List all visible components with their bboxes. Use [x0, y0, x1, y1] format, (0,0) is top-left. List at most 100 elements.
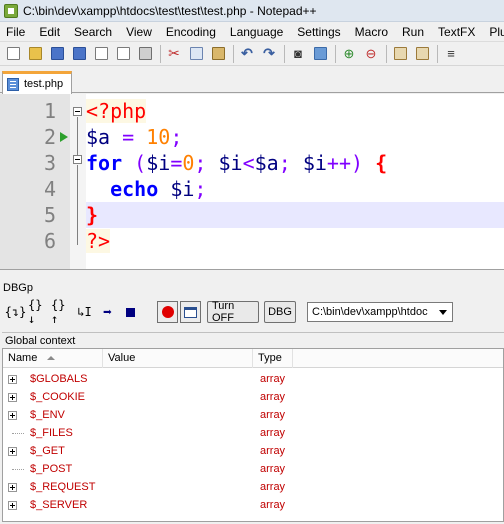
- save-all-icon: [72, 47, 86, 60]
- zoom-in-button[interactable]: ⊕: [340, 45, 358, 63]
- save-icon: [50, 47, 64, 60]
- find-button[interactable]: ◙: [289, 45, 307, 63]
- turn-off-button[interactable]: Turn OFF: [207, 300, 259, 324]
- zoom-in-icon: ⊕: [343, 45, 355, 61]
- variable-type: array: [260, 445, 286, 457]
- code-line[interactable]: <?php: [86, 98, 504, 124]
- main-toolbar: ✂ ↶ ↷ ◙ ⊕ ⊖ ≡: [0, 42, 504, 66]
- code-line[interactable]: ?>: [86, 228, 504, 254]
- variable-row[interactable]: $_SERVER array: [3, 496, 503, 514]
- menu-macro[interactable]: Macro: [348, 25, 395, 39]
- context-variable-list[interactable]: Name Value Type $GLOBALS array $_COOKIE arr…: [2, 348, 504, 522]
- run-to-cursor-button[interactable]: ↳I: [74, 301, 95, 323]
- paste-button[interactable]: [209, 45, 227, 63]
- code-editor[interactable]: 1 2 3 4 5 6 <?php $a = 10; for ($i=0; $i<$…: [0, 94, 504, 270]
- step-over-button[interactable]: {}↓: [28, 298, 49, 326]
- breakpoint-button[interactable]: [157, 301, 178, 323]
- variable-row[interactable]: $GLOBALS array: [3, 370, 503, 388]
- variable-type: array: [260, 499, 286, 511]
- menu-encoding[interactable]: Encoding: [159, 25, 223, 39]
- paste-icon: [211, 47, 225, 60]
- menu-run[interactable]: Run: [395, 25, 431, 39]
- tab-label: test.php: [24, 78, 64, 90]
- code-line[interactable]: for ($i=0; $i<$a; $i++) {: [86, 150, 504, 176]
- sync-horizontal-icon: [415, 47, 429, 60]
- menu-edit[interactable]: Edit: [32, 25, 67, 39]
- expand-plus-icon[interactable]: [8, 501, 17, 510]
- variable-row[interactable]: $_POST array: [3, 460, 503, 478]
- console-button[interactable]: [180, 301, 201, 323]
- variable-type: array: [260, 481, 286, 493]
- column-header-type[interactable]: Type: [253, 349, 293, 368]
- tab-strip: test.php: [0, 67, 504, 94]
- step-into-icon: {↴}: [4, 305, 27, 319]
- code-token: $i: [302, 151, 327, 175]
- step-into-button[interactable]: {↴}: [4, 301, 27, 323]
- column-header-name[interactable]: Name: [3, 349, 103, 368]
- save-button[interactable]: [48, 45, 66, 63]
- redo-button[interactable]: ↷: [260, 45, 278, 63]
- step-over-icon: {}↓: [28, 298, 43, 326]
- variable-row[interactable]: $_GET array: [3, 442, 503, 460]
- printer-icon: [138, 47, 152, 60]
- menu-view[interactable]: View: [119, 25, 159, 39]
- stop-button[interactable]: [120, 301, 141, 323]
- replace-button[interactable]: [311, 45, 329, 63]
- expand-plus-icon[interactable]: [8, 375, 17, 384]
- run-arrow-icon: ➡: [102, 303, 113, 321]
- expand-plus-icon[interactable]: [8, 393, 17, 402]
- menu-search[interactable]: Search: [67, 25, 119, 39]
- expand-plus-icon[interactable]: [8, 411, 17, 420]
- code-token: 0: [182, 151, 195, 175]
- undo-icon: ↶: [241, 45, 253, 61]
- code-line[interactable]: }: [86, 202, 504, 228]
- variable-row[interactable]: $_FILES array: [3, 424, 503, 442]
- code-text[interactable]: <?php $a = 10; for ($i=0; $i<$a; $i++) { e…: [86, 98, 504, 254]
- expand-plus-icon[interactable]: [8, 447, 17, 456]
- close-file-icon: [94, 47, 108, 60]
- toolbar-separator: [386, 44, 387, 63]
- scissors-icon: ✂: [168, 45, 180, 61]
- column-name-label: Name: [8, 352, 38, 364]
- close-button[interactable]: [92, 45, 110, 63]
- print-button[interactable]: [136, 45, 154, 63]
- variable-row[interactable]: $_ENV array: [3, 406, 503, 424]
- run-to-cursor-icon: ↳I: [77, 305, 92, 319]
- undo-button[interactable]: ↶: [238, 45, 256, 63]
- fold-toggle-icon[interactable]: [73, 107, 82, 116]
- path-dropdown[interactable]: C:\bin\dev\xampp\htdoc: [307, 302, 453, 322]
- open-file-button[interactable]: [26, 45, 44, 63]
- dbg-button[interactable]: DBG: [264, 301, 296, 323]
- column-header-value[interactable]: Value: [103, 349, 253, 368]
- menu-language[interactable]: Language: [223, 25, 290, 39]
- copy-button[interactable]: [187, 45, 205, 63]
- menu-textfx[interactable]: TextFX: [431, 25, 482, 39]
- code-line[interactable]: echo $i;: [86, 176, 504, 202]
- run-button[interactable]: ➡: [97, 301, 118, 323]
- save-all-button[interactable]: [70, 45, 88, 63]
- console-window-icon: [184, 306, 197, 318]
- variable-name: $_GET: [30, 445, 65, 457]
- variable-type: array: [260, 463, 286, 475]
- tab-test-php[interactable]: test.php: [2, 71, 72, 94]
- close-all-button[interactable]: [114, 45, 132, 63]
- sync-vertical-button[interactable]: [391, 45, 409, 63]
- sync-horizontal-button[interactable]: [413, 45, 431, 63]
- menu-plugins[interactable]: Plug: [482, 25, 504, 39]
- fold-line: [77, 215, 78, 245]
- window-title: C:\bin\dev\xampp\htdocs\test\test\test.p…: [23, 3, 317, 18]
- step-out-button[interactable]: {}↑: [51, 298, 72, 326]
- variable-row[interactable]: $_REQUEST array: [3, 478, 503, 496]
- menu-settings[interactable]: Settings: [290, 25, 347, 39]
- folder-icon: [28, 47, 42, 60]
- new-file-button[interactable]: [4, 45, 22, 63]
- menu-file[interactable]: File: [0, 25, 32, 39]
- expand-plus-icon[interactable]: [8, 483, 17, 492]
- cut-button[interactable]: ✂: [165, 45, 183, 63]
- variable-row[interactable]: $_COOKIE array: [3, 388, 503, 406]
- word-wrap-button[interactable]: ≡: [442, 45, 460, 63]
- zoom-out-button[interactable]: ⊖: [362, 45, 380, 63]
- fold-toggle-icon[interactable]: [73, 155, 82, 164]
- code-line[interactable]: $a = 10;: [86, 124, 504, 150]
